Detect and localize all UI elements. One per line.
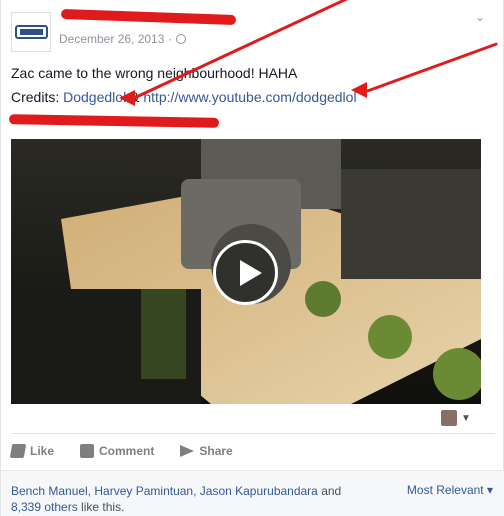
user-avatar <box>441 410 457 426</box>
sort-caret-icon: ▾ <box>486 483 493 497</box>
post-credits: Credits: Dodgedlol & http://www.youtube.… <box>11 86 491 110</box>
page-avatar[interactable] <box>11 12 51 52</box>
annotation-arrowhead <box>351 82 367 98</box>
like-label: Like <box>30 444 55 458</box>
credits-label: Credits: <box>11 89 60 105</box>
credits-link-dodgedlol[interactable]: Dodgedlol <box>63 89 126 105</box>
meta-separator: · <box>168 32 173 46</box>
sort-label: Most Relevant <box>406 483 484 497</box>
divider <box>11 433 495 434</box>
comment-label: Comment <box>99 444 155 458</box>
react-as-selector[interactable]: ▼ <box>441 410 471 426</box>
likes-summary: Bench Manuel, Harvey Pamintuan, Jason Ka… <box>11 483 361 515</box>
credits-link-youtube[interactable]: http://www.youtube.com/dodgedlol <box>143 89 356 105</box>
dropdown-caret-icon: ▼ <box>461 412 471 424</box>
comment-button[interactable]: Comment <box>80 444 154 458</box>
sort-most-relevant[interactable]: Most Relevant ▾ <box>407 483 493 497</box>
others-link[interactable]: 8,339 others <box>11 500 78 514</box>
share-button[interactable]: Share <box>180 444 233 458</box>
globe-icon <box>176 34 187 44</box>
share-icon <box>180 445 195 457</box>
annotation-arrowhead <box>119 90 135 106</box>
post-actions: Like Comment Share <box>9 444 233 458</box>
post-line-1: Zac came to the wrong neighbourhood! HAH… <box>11 65 298 81</box>
likes-footer: Bench Manuel, Harvey Pamintuan, Jason Ka… <box>1 470 504 516</box>
likes-and: and <box>317 484 342 498</box>
post-card: December 26, 2013 · ⌄ Zac came to the wr… <box>0 0 504 516</box>
thumbs-up-icon <box>9 444 27 458</box>
post-meta: December 26, 2013 · <box>59 32 187 46</box>
likes-tail: like this. <box>77 500 125 514</box>
play-button[interactable] <box>213 240 278 305</box>
comment-icon <box>80 444 95 458</box>
chevron-down-icon[interactable]: ⌄ <box>473 10 487 24</box>
post-date[interactable]: December 26, 2013 <box>59 32 164 46</box>
likers-link[interactable]: Bench Manuel, Harvey Pamintuan, Jason Ka… <box>11 484 318 498</box>
share-label: Share <box>199 444 233 458</box>
video-player[interactable] <box>11 139 481 404</box>
page-logo <box>15 25 48 39</box>
like-button[interactable]: Like <box>9 444 55 458</box>
